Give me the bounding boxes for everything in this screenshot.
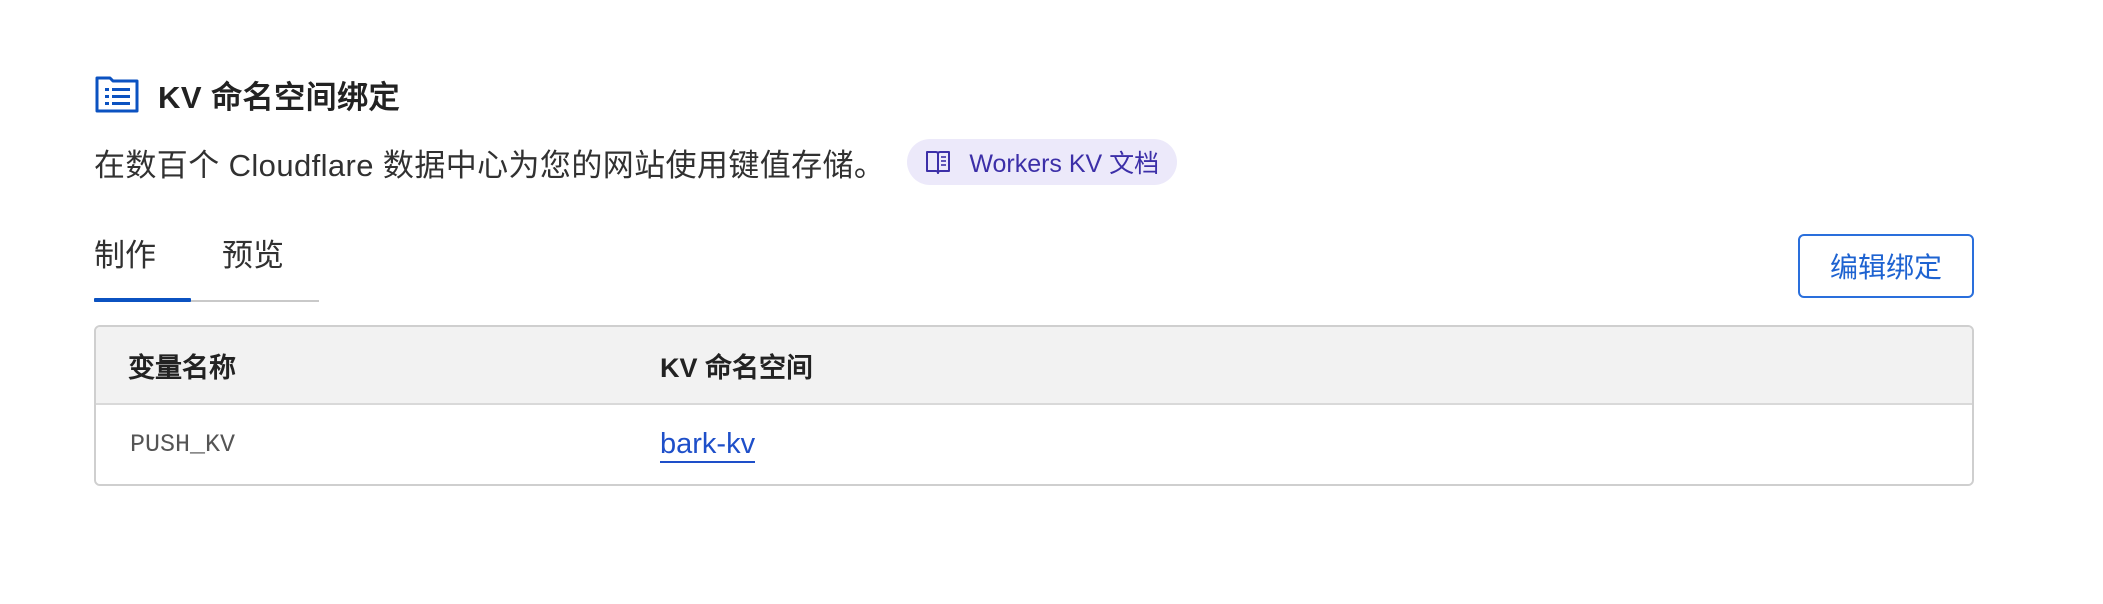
list-document-icon: [94, 74, 140, 114]
workers-kv-docs-link[interactable]: Workers KV 文档: [907, 139, 1178, 185]
book-icon: [923, 147, 953, 177]
description-row: 在数百个 Cloudflare 数据中心为您的网站使用键值存储。 Workers…: [94, 138, 1974, 186]
tab-preview[interactable]: 预览: [222, 236, 319, 300]
kv-bindings-panel: KV 命名空间绑定 在数百个 Cloudflare 数据中心为您的网站使用键值存…: [94, 70, 1974, 486]
table-header: 变量名称 KV 命名空间: [96, 327, 1972, 405]
section-header: KV 命名空间绑定: [94, 70, 1974, 118]
tabs-row: 制作 预览 编辑绑定: [94, 234, 1974, 306]
variable-name-cell: PUSH_KV: [130, 430, 236, 459]
section-description: 在数百个 Cloudflare 数据中心为您的网站使用键值存储。: [94, 147, 886, 183]
tab-build[interactable]: 制作: [94, 236, 191, 302]
kv-namespace-link[interactable]: bark-kv: [660, 428, 756, 463]
kv-namespace-cell: bark-kv: [660, 428, 1972, 463]
column-header-variable-name: 变量名称: [128, 352, 236, 383]
tab-list: 制作 预览: [94, 236, 319, 302]
docs-link-label: Workers KV 文档: [969, 150, 1160, 178]
column-header-kv-namespace: KV 命名空间: [660, 352, 814, 383]
table-row: PUSH_KV bark-kv: [96, 405, 1972, 484]
edit-bindings-button[interactable]: 编辑绑定: [1798, 234, 1974, 298]
section-title: KV 命名空间绑定: [158, 79, 401, 115]
bindings-table: 变量名称 KV 命名空间 PUSH_KV bark-kv: [94, 325, 1974, 486]
